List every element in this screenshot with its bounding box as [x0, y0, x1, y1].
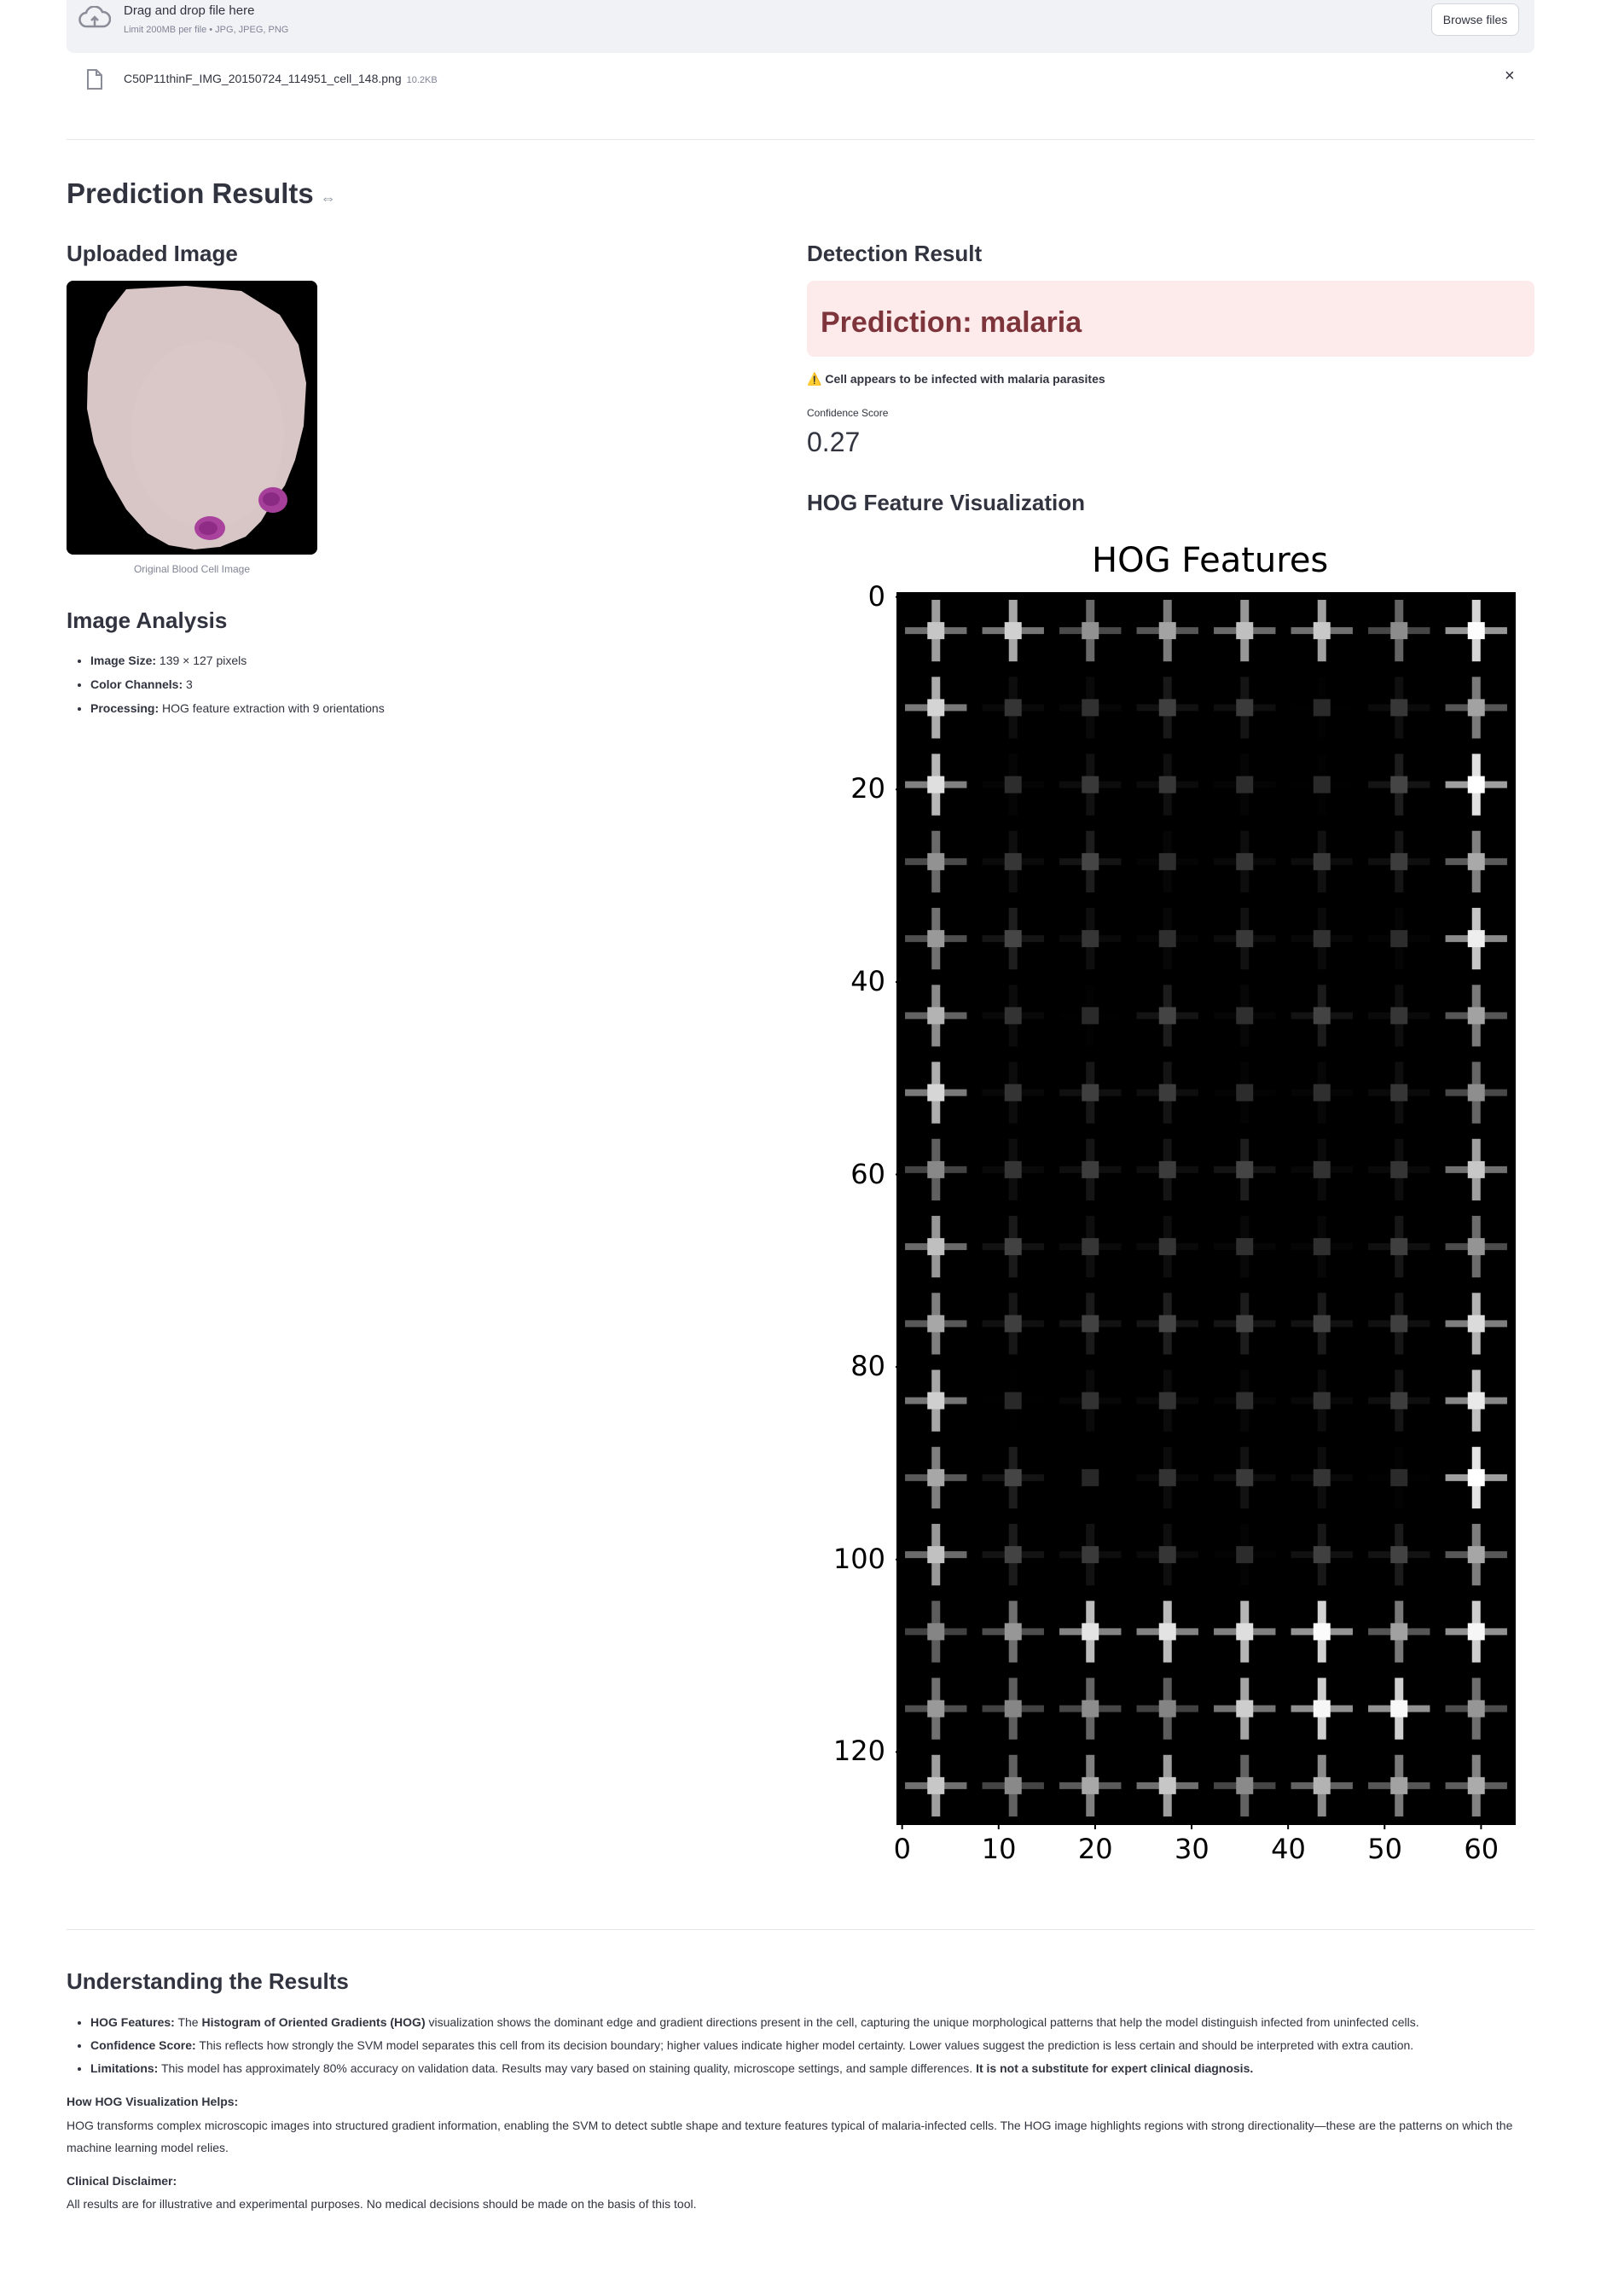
item-emphasis: Histogram of Oriented Gradients (HOG): [201, 2015, 426, 2029]
item-label: Color Channels:: [90, 677, 183, 691]
how-hog-heading: How HOG Visualization Helps:: [67, 2095, 239, 2108]
list-item: Processing: HOG feature extraction with …: [90, 696, 385, 720]
list-item: Limitations: This model has approximatel…: [90, 2057, 1540, 2080]
item-value: 139 × 127 pixels: [159, 654, 247, 667]
list-item: Confidence Score: This reflects how stro…: [90, 2034, 1540, 2057]
detection-result-heading: Detection Result: [807, 241, 983, 266]
uploaded-image-heading: Uploaded Image: [67, 241, 238, 266]
y-tick-label: 0: [867, 579, 885, 613]
warning-icon: ⚠️: [807, 372, 822, 386]
item-text: The: [177, 2015, 202, 2029]
how-hog-text: HOG transforms complex microscopic image…: [67, 2119, 1513, 2154]
anchor-link-icon[interactable]: ⇔: [321, 189, 336, 206]
divider: [67, 1929, 1534, 1930]
cloud-upload-icon: [78, 6, 111, 28]
list-item: Image Size: 139 × 127 pixels: [90, 648, 385, 672]
image-analysis-heading: Image Analysis: [67, 607, 228, 633]
x-tick-label: 60: [1464, 1833, 1499, 1865]
hog-heading: HOG Feature Visualization: [807, 490, 1086, 515]
chart-title: HOG Features: [1092, 541, 1329, 580]
understanding-list: HOG Features: The Histogram of Oriented …: [67, 2011, 1540, 2080]
y-tick-label: 120: [832, 1735, 885, 1768]
item-value: HOG feature extraction with 9 orientatio…: [162, 701, 385, 715]
hog-chart: [896, 592, 1516, 1829]
uploaded-file: C50P11thinF_IMG_20150724_114951_cell_148…: [124, 72, 438, 85]
list-item: HOG Features: The Histogram of Oriented …: [90, 2011, 1540, 2034]
remove-file-icon[interactable]: ×: [1505, 67, 1515, 86]
y-tick-label: 40: [850, 964, 885, 997]
item-label: Confidence Score:: [90, 2038, 196, 2052]
x-tick-label: 30: [1175, 1833, 1209, 1865]
confidence-value: 0.27: [807, 427, 861, 457]
file-name: C50P11thinF_IMG_20150724_114951_cell_148…: [124, 72, 402, 85]
x-tick-label: 0: [893, 1833, 912, 1865]
dropzone-limit: Limit 200MB per file • JPG, JPEG, PNG: [124, 25, 289, 35]
y-tick-label: 80: [850, 1350, 885, 1383]
page-title-text: Prediction Results: [67, 177, 314, 209]
prediction-text: Prediction: malaria: [821, 306, 1082, 339]
page-title: Prediction Results ⇔: [67, 177, 336, 210]
x-tick-label: 10: [981, 1833, 1017, 1865]
item-text: This model has approximately 80% accurac…: [160, 2061, 977, 2075]
disclaimer-heading: Clinical Disclaimer:: [67, 2174, 177, 2188]
list-item: Color Channels: 3: [90, 672, 385, 696]
heatmap-background: [897, 592, 1515, 1824]
item-label: HOG Features:: [90, 2015, 175, 2029]
understanding-heading: Understanding the Results: [67, 1968, 349, 1994]
image-caption: Original Blood Cell Image: [133, 563, 251, 575]
item-value: 3: [186, 677, 193, 691]
item-label: Processing:: [90, 701, 160, 715]
y-tick-label: 60: [850, 1157, 885, 1190]
disclaimer-text: All results are for illustrative and exp…: [67, 2197, 697, 2211]
x-tick-label: 20: [1077, 1833, 1113, 1865]
file-size: 10.2KB: [406, 75, 438, 85]
y-tick-label: 20: [850, 772, 885, 805]
item-emphasis: It is not a substitute for expert clinic…: [976, 2061, 1254, 2075]
item-label: Image Size:: [90, 654, 157, 667]
divider: [67, 139, 1534, 140]
browse-files-button[interactable]: Browse files: [1431, 3, 1519, 36]
warning-text: Cell appears to be infected with malaria…: [825, 372, 1105, 386]
blood-cell-image: [67, 281, 317, 555]
item-text: visualization shows the dominant edge an…: [425, 2015, 1419, 2029]
file-icon: [87, 69, 102, 90]
y-tick-label: 100: [832, 1542, 885, 1575]
x-tick-label: 50: [1367, 1833, 1402, 1865]
item-text: This reflects how strongly the SVM model…: [199, 2038, 1414, 2052]
warning-message: ⚠️ Cell appears to be infected with mala…: [807, 372, 1105, 387]
x-tick-label: 40: [1271, 1833, 1306, 1865]
dropzone-title: Drag and drop file here: [124, 3, 255, 18]
item-label: Limitations:: [90, 2061, 159, 2075]
analysis-list: Image Size: 139 × 127 pixels Color Chann…: [67, 648, 385, 720]
confidence-label: Confidence Score: [807, 407, 889, 419]
